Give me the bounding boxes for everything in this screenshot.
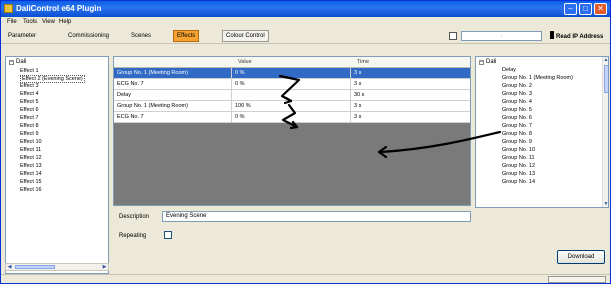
right-tree-root-dali[interactable]: – Dali	[479, 59, 496, 65]
status-panel	[548, 276, 606, 283]
app-window: DaliControl e64 Plugin – □ ✕ File Tools …	[0, 0, 611, 284]
row-time-cell[interactable]: 30 s	[354, 92, 364, 98]
device-item-group-13[interactable]: Group No. 13	[502, 171, 535, 177]
device-item-group-6[interactable]: Group No. 6	[502, 115, 532, 121]
tab-commissioning[interactable]: Commissioning	[65, 30, 112, 42]
vscroll-thumb[interactable]	[604, 65, 608, 93]
repeating-checkbox[interactable]	[164, 231, 172, 239]
menu-help[interactable]: Help	[59, 19, 71, 25]
tree-item-effect-12[interactable]: Effect 12	[20, 155, 42, 161]
title-bar: DaliControl e64 Plugin – □ ✕	[1, 1, 610, 17]
row-time-cell[interactable]: 3 s	[354, 70, 361, 76]
scroll-up-icon[interactable]: ▲	[603, 57, 608, 63]
menu-file[interactable]: File	[7, 19, 17, 25]
tree-item-effect-16[interactable]: Effect 16	[20, 187, 42, 193]
device-item-group-2[interactable]: Group No. 2	[502, 83, 532, 89]
device-item-group-10[interactable]: Group No. 10	[502, 147, 535, 153]
description-input[interactable]: Evening Scene	[162, 211, 471, 222]
row-value-cell[interactable]: 0 %	[235, 114, 244, 120]
device-item-group-11[interactable]: Group No. 11	[502, 155, 535, 161]
toolbar: Parameter Commissioning Scenes Effects C…	[1, 28, 610, 44]
download-button[interactable]: Download	[557, 250, 605, 264]
tree-item-effect-13[interactable]: Effect 13	[20, 163, 42, 169]
row-name-cell: Group No. 1 (Meeting Room)	[117, 70, 188, 76]
column-header-time: Time	[357, 59, 370, 65]
tree-item-effect-10[interactable]: Effect 10	[20, 139, 42, 145]
table-row[interactable]: Group No. 1 (Meeting Room) 0 % 3 s	[114, 68, 470, 79]
repeating-label: Repeating	[119, 233, 147, 239]
effects-tree: – Dali Effect 1 Effect 2 (Evening Scene) …	[5, 56, 109, 274]
device-item-group-8[interactable]: Group No. 8	[502, 131, 532, 137]
menu-tools[interactable]: Tools	[23, 19, 37, 25]
tree-item-effect-14[interactable]: Effect 14	[20, 171, 42, 177]
table-row[interactable]: Delay 30 s	[114, 90, 470, 101]
maximize-icon[interactable]: □	[579, 3, 592, 15]
tree-item-effect-4[interactable]: Effect 4	[20, 91, 39, 97]
tree-item-effect-9[interactable]: Effect 9	[20, 131, 39, 137]
column-header-value: Value	[238, 59, 252, 65]
tree-item-effect-2[interactable]: Effect 2 (Evening Scene)	[20, 75, 85, 83]
row-name-cell: Group No. 1 (Meeting Room)	[117, 103, 188, 109]
tree-root-dali[interactable]: – Dali	[9, 59, 26, 65]
device-item-group-4[interactable]: Group No. 4	[502, 99, 532, 105]
scroll-right-icon[interactable]: ▶	[101, 264, 108, 270]
tree-item-effect-8[interactable]: Effect 8	[20, 123, 39, 129]
device-item-group-7[interactable]: Group No. 7	[502, 123, 532, 129]
row-value-cell[interactable]: 100 %	[235, 103, 251, 109]
device-item-group-5[interactable]: Group No. 5	[502, 107, 532, 113]
read-ip-label: Read IP Address	[556, 34, 604, 40]
device-item-group-14[interactable]: Group No. 14	[502, 179, 535, 185]
scroll-down-icon[interactable]: ▼	[603, 201, 608, 207]
tree-item-effect-5[interactable]: Effect 5	[20, 99, 39, 105]
status-bar	[1, 274, 610, 283]
device-item-group-3[interactable]: Group No. 3	[502, 91, 532, 97]
tree-collapse-icon[interactable]: –	[9, 60, 14, 65]
read-ip-icon	[550, 31, 554, 39]
row-name-cell: Delay	[117, 92, 132, 98]
table-row[interactable]: ECG No. 7 0 % 3 s	[114, 112, 470, 123]
close-icon[interactable]: ✕	[594, 3, 607, 15]
window-title: DaliControl e64 Plugin	[16, 4, 102, 13]
row-name-cell: ECG No. 7	[117, 114, 144, 120]
tab-effects[interactable]: Effects	[173, 30, 200, 42]
tree-collapse-icon[interactable]: –	[479, 60, 484, 65]
tree-item-effect-6[interactable]: Effect 6	[20, 107, 39, 113]
menu-view[interactable]: View	[42, 19, 55, 25]
table-row[interactable]: ECG No. 7 0 % 3 s	[114, 79, 470, 90]
row-time-cell[interactable]: 3 s	[354, 81, 361, 87]
row-time-cell[interactable]: 3 s	[354, 103, 361, 109]
table-header: Value Time	[114, 57, 470, 68]
ip-address-input[interactable]: ·	[461, 31, 542, 41]
app-icon	[4, 4, 13, 13]
tree-item-effect-3[interactable]: Effect 3	[20, 83, 39, 89]
tree-item-effect-7[interactable]: Effect 7	[20, 115, 39, 121]
description-label: Description	[119, 214, 150, 220]
row-name-cell: ECG No. 7	[117, 81, 144, 87]
table-row[interactable]: Group No. 1 (Meeting Room) 100 % 3 s	[114, 101, 470, 112]
device-item-group-1[interactable]: Group No. 1 (Meeting Room)	[502, 75, 573, 81]
effect-steps-table: Value Time Group No. 1 (Meeting Room) 0 …	[113, 56, 471, 206]
tree-item-effect-11[interactable]: Effect 11	[20, 147, 41, 153]
row-time-cell[interactable]: 3 s	[354, 114, 361, 120]
device-item-group-12[interactable]: Group No. 12	[502, 163, 535, 169]
tab-colour-control[interactable]: Colour Control	[222, 30, 269, 42]
devices-tree-vscrollbar[interactable]: ▲ ▼	[602, 57, 608, 207]
menu-bar: File Tools View Help	[1, 17, 610, 28]
minimize-icon[interactable]: –	[564, 3, 577, 15]
dali-devices-tree: – Dali Delay Group No. 1 (Meeting Room) G…	[475, 56, 609, 208]
device-item-delay[interactable]: Delay	[502, 67, 516, 73]
tree-item-effect-1[interactable]: Effect 1	[20, 68, 39, 74]
tree-item-effect-15[interactable]: Effect 15	[20, 179, 42, 185]
row-value-cell[interactable]: 0 %	[235, 81, 244, 87]
row-value-cell[interactable]: 0 %	[235, 70, 244, 76]
tab-parameter[interactable]: Parameter	[5, 30, 39, 42]
hscroll-thumb[interactable]	[15, 265, 55, 269]
toolbar-checkbox[interactable]	[449, 32, 457, 40]
effects-tree-hscrollbar[interactable]: ◀ ▶	[5, 263, 109, 271]
device-item-group-9[interactable]: Group No. 9	[502, 139, 532, 145]
read-ip-button[interactable]: Read IP Address	[550, 31, 603, 40]
scroll-left-icon[interactable]: ◀	[6, 264, 13, 270]
tab-scenes[interactable]: Scenes	[128, 30, 154, 42]
